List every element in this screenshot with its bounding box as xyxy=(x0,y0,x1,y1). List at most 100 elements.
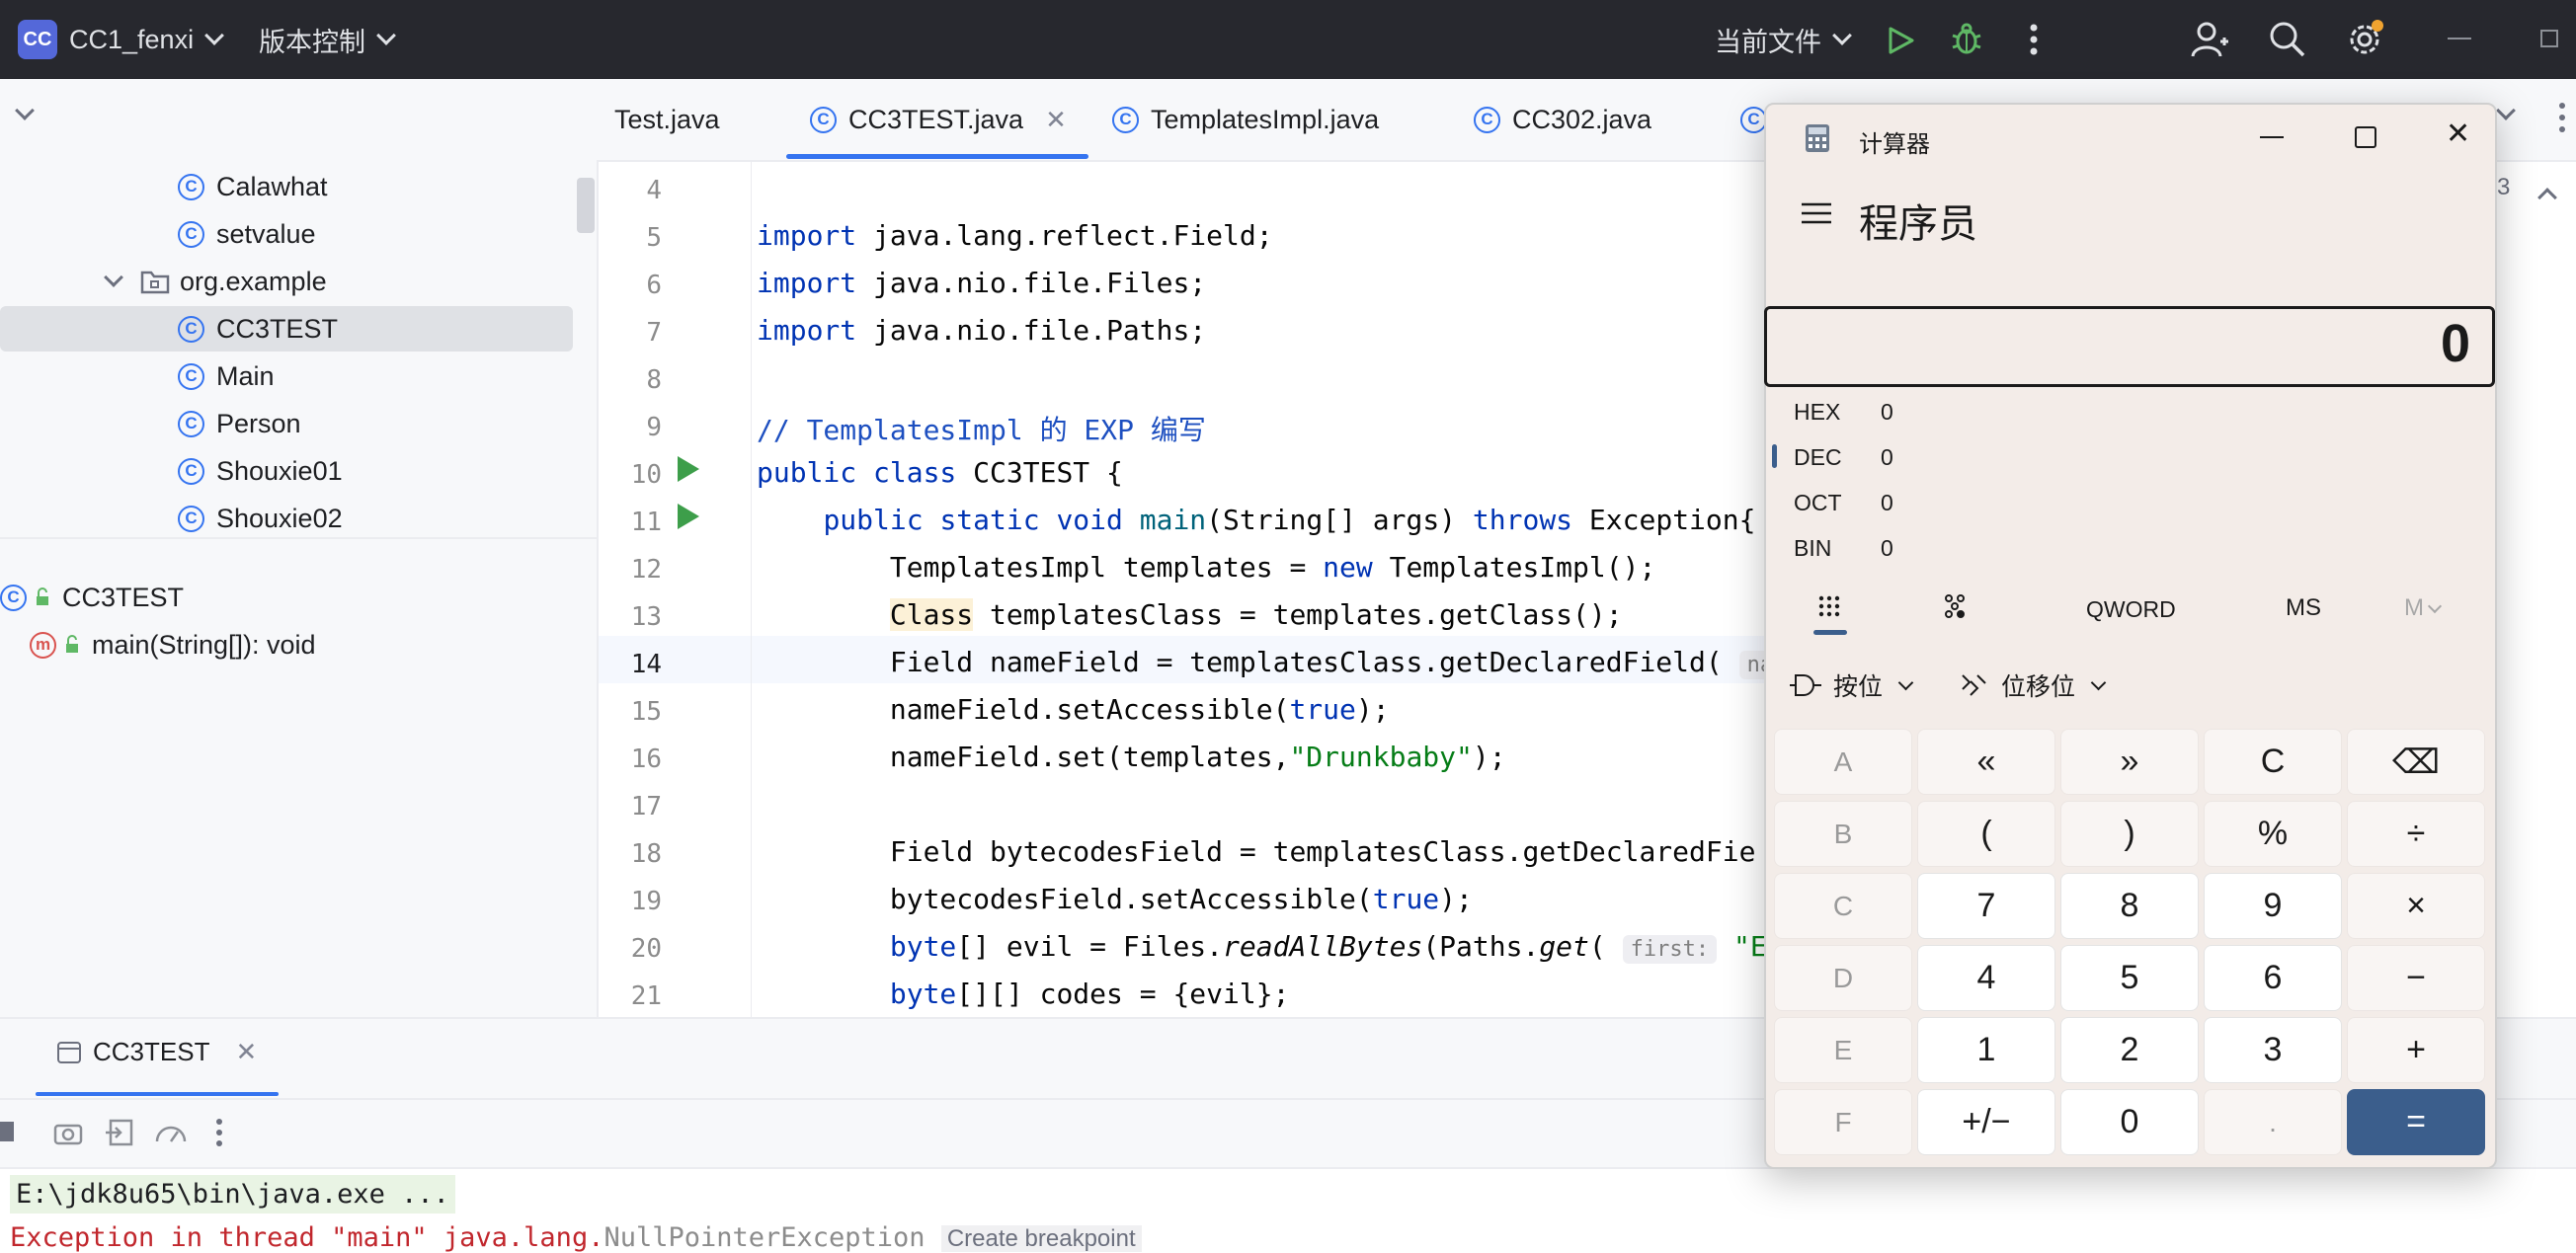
key-a[interactable]: A xyxy=(1774,729,1912,795)
tree-item-person[interactable]: C Person xyxy=(178,401,301,446)
tree-scrollbar[interactable] xyxy=(577,178,595,233)
bit-toggle-keypad-icon[interactable] xyxy=(1942,592,1968,625)
key-3[interactable]: 3 xyxy=(2204,1017,2342,1083)
key-subtract[interactable]: − xyxy=(2347,945,2485,1011)
key-equals[interactable]: = xyxy=(2347,1089,2485,1155)
key-1[interactable]: 1 xyxy=(1917,1017,2055,1083)
menu-icon[interactable] xyxy=(1802,201,1831,230)
radix-bin[interactable]: BIN 0 xyxy=(1794,535,1893,562)
stop-icon[interactable] xyxy=(0,1122,14,1141)
full-keypad-icon[interactable] xyxy=(1817,594,1841,623)
key-6[interactable]: 6 xyxy=(2204,945,2342,1011)
tab-test-java[interactable]: Test.java xyxy=(614,79,720,160)
minimize-icon[interactable] xyxy=(2448,38,2471,39)
tree-item-org-example[interactable]: org.example xyxy=(103,259,327,304)
tab-templatesimpl-java[interactable]: C TemplatesImpl.java xyxy=(1112,79,1379,160)
run-tab-cc3test[interactable]: CC3TEST ✕ xyxy=(57,1037,257,1067)
bitwise-dropdown[interactable]: 按位 xyxy=(1790,667,1914,703)
key-shift-left[interactable]: « xyxy=(1917,729,2055,795)
tree-item-setvalue[interactable]: C setvalue xyxy=(178,211,316,257)
key-e[interactable]: E xyxy=(1774,1017,1912,1083)
bitshift-dropdown[interactable]: 位移位 xyxy=(1960,667,2107,703)
key-divide[interactable]: ÷ xyxy=(2347,801,2485,867)
debug-icon[interactable] xyxy=(1950,22,1983,62)
tree-item-cc3test[interactable]: C CC3TEST xyxy=(178,306,338,352)
key-4[interactable]: 4 xyxy=(1917,945,2055,1011)
key-clear[interactable]: C xyxy=(2204,729,2342,795)
key-negate[interactable]: +/− xyxy=(1917,1089,2055,1155)
memory-menu-button[interactable]: M xyxy=(2404,594,2443,622)
radix-hex[interactable]: HEX 0 xyxy=(1794,399,1893,426)
key-2[interactable]: 2 xyxy=(2060,1017,2199,1083)
structure-method-main[interactable]: m main(String[]): void xyxy=(30,622,316,667)
key-open-paren[interactable]: ( xyxy=(1917,801,2055,867)
search-icon[interactable] xyxy=(2268,20,2307,64)
close-icon[interactable]: ✕ xyxy=(2446,117,2470,151)
exception-class-link[interactable]: NullPointerException xyxy=(604,1222,925,1253)
tree-item-calawhat[interactable]: C Calawhat xyxy=(178,164,328,209)
key-7[interactable]: 7 xyxy=(1917,873,2055,939)
tab-cc302-java[interactable]: C CC302.java xyxy=(1474,79,1651,160)
inspection-count[interactable]: 3 xyxy=(2497,174,2510,201)
run-icon[interactable] xyxy=(1887,26,1914,60)
run-config-selector[interactable]: 当前文件 xyxy=(1715,0,1852,79)
chevron-down-icon[interactable] xyxy=(2496,101,2516,122)
key-b[interactable]: B xyxy=(1774,801,1912,867)
tab-label: CC302.java xyxy=(1512,104,1652,134)
chevron-up-icon[interactable] xyxy=(2537,186,2557,207)
tab-cc3test-java[interactable]: C CC3TEST.java ✕ xyxy=(810,79,1067,160)
bitwise-icon xyxy=(1790,674,1821,696)
code-line: Class templatesClass = templates.getClas… xyxy=(889,598,1623,631)
memory-store-button[interactable]: MS xyxy=(2286,594,2321,622)
code-line: import java.nio.file.Paths; xyxy=(757,314,1207,347)
key-5[interactable]: 5 xyxy=(2060,945,2199,1011)
run-gutter-icon[interactable] xyxy=(678,504,699,529)
profiler-icon[interactable] xyxy=(154,1118,188,1152)
key-9[interactable]: 9 xyxy=(2204,873,2342,939)
radix-oct[interactable]: OCT 0 xyxy=(1794,490,1893,516)
vcs-widget[interactable]: 版本控制 xyxy=(259,0,396,79)
line-number: 20 xyxy=(630,934,662,964)
calculator-display[interactable]: 0 xyxy=(1764,306,2495,387)
structure-class-cc3test[interactable]: C CC3TEST xyxy=(0,575,184,620)
key-8[interactable]: 8 xyxy=(2060,873,2199,939)
close-icon[interactable]: ✕ xyxy=(1045,105,1067,135)
code-line: public static void main(String[] args) t… xyxy=(823,504,1756,536)
code-line: public class CC3TEST { xyxy=(757,456,1123,489)
key-d[interactable]: D xyxy=(1774,945,1912,1011)
more-icon[interactable] xyxy=(2558,101,2566,139)
key-multiply[interactable]: × xyxy=(2347,873,2485,939)
tree-item-shouxie01[interactable]: C Shouxie01 xyxy=(178,448,343,494)
code-editor[interactable]: 4 5 6 7 8 9 10 11 12 13 14 15 16 17 18 19 20 21 import ja… xyxy=(599,162,1800,1017)
project-widget[interactable]: CC CC1_fenxi xyxy=(18,0,224,79)
radix-dec[interactable]: DEC 0 xyxy=(1794,444,1893,471)
maximize-icon[interactable] xyxy=(2355,126,2376,148)
key-f[interactable]: F xyxy=(1774,1089,1912,1155)
word-size-button[interactable]: QWORD xyxy=(2086,596,2176,623)
chevron-down-icon[interactable] xyxy=(15,101,35,122)
tree-item-main[interactable]: C Main xyxy=(178,353,275,399)
key-close-paren[interactable]: ) xyxy=(2060,801,2199,867)
title-bar: CC CC1_fenxi 版本控制 当前文件 xyxy=(0,0,2576,79)
close-icon[interactable]: ✕ xyxy=(235,1037,257,1067)
more-icon[interactable] xyxy=(2029,22,2039,62)
chevron-down-icon[interactable] xyxy=(104,268,123,287)
key-shift-right[interactable]: » xyxy=(2060,729,2199,795)
add-user-icon[interactable] xyxy=(2191,20,2230,64)
key-c-hex[interactable]: C xyxy=(1774,873,1912,939)
key-add[interactable]: + xyxy=(2347,1017,2485,1083)
settings-icon[interactable] xyxy=(2345,18,2388,66)
key-percent[interactable]: % xyxy=(2204,801,2342,867)
maximize-icon[interactable] xyxy=(2540,30,2558,47)
restore-layout-icon[interactable] xyxy=(105,1118,134,1152)
console-output[interactable]: E:\jdk8u65\bin\java.exe ... Exception in… xyxy=(0,1169,2576,1253)
tree-item-shouxie02[interactable]: C Shouxie02 xyxy=(178,496,343,541)
create-breakpoint-link[interactable]: Create breakpoint xyxy=(940,1225,1142,1252)
key-backspace[interactable]: ⌫ xyxy=(2347,729,2485,795)
run-gutter-icon[interactable] xyxy=(678,456,699,482)
camera-icon[interactable] xyxy=(53,1120,83,1150)
key-decimal[interactable]: . xyxy=(2204,1089,2342,1155)
key-0[interactable]: 0 xyxy=(2060,1089,2199,1155)
minimize-icon[interactable] xyxy=(2260,136,2284,138)
more-icon[interactable] xyxy=(215,1118,223,1152)
